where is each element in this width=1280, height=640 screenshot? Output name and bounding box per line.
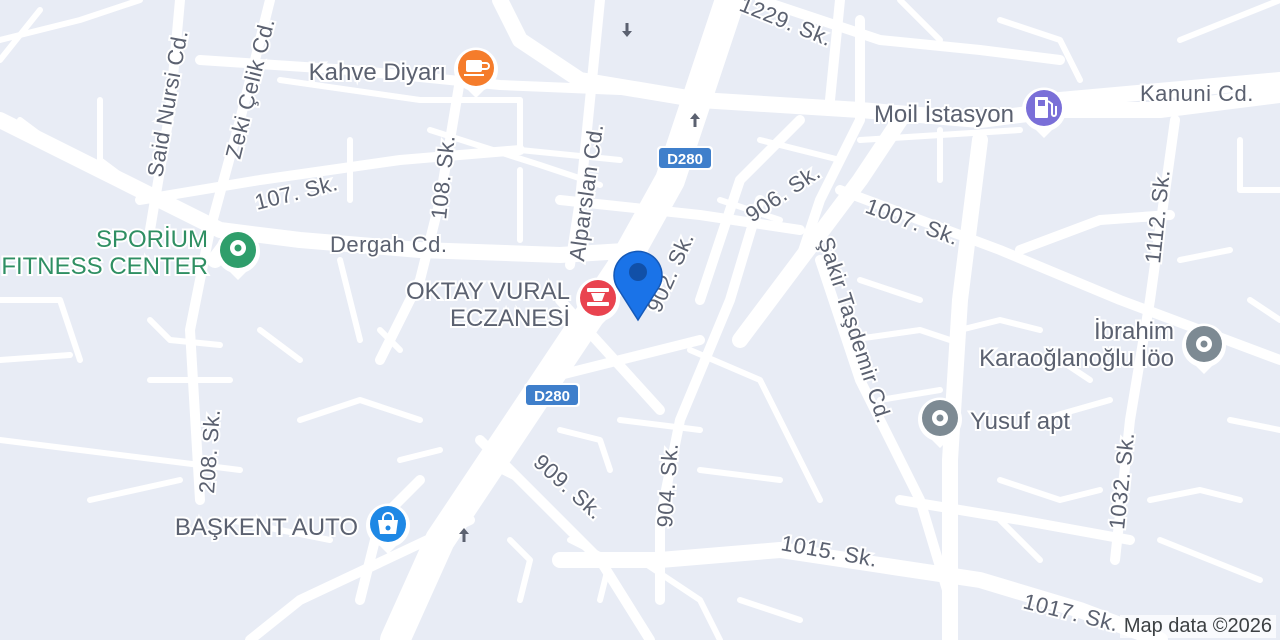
street-label-1015: 1015. Sk.: [779, 530, 879, 572]
map-canvas[interactable]: Said Nursi Cd. Zeki Çelik Cd. 1229. Sk. …: [0, 0, 1280, 640]
street-label-alparslan: Alparslan Cd.: [564, 122, 608, 263]
street-label-said-nursi: Said Nursi Cd.: [142, 28, 192, 179]
street-label-1032: 1032. Sk.: [1104, 431, 1139, 531]
poi-label-yusuf-apt: Yusuf apt: [970, 408, 1070, 435]
map-attribution[interactable]: Map data ©2026: [1119, 615, 1276, 638]
street-label-zeki-celik: Zeki Çelik Cd.: [221, 16, 280, 162]
poi-label-baskent-auto: BAŞKENT AUTO: [175, 514, 358, 541]
street-label-1017: 1017. Sk.: [1021, 589, 1122, 637]
street-label-208: 208. Sk.: [194, 408, 225, 494]
fitness-pin-icon: [230, 240, 246, 256]
street-label-dergah: Dergah Cd.: [330, 232, 448, 257]
road-network: [0, 0, 1280, 640]
generic-pin-icon: [932, 410, 948, 426]
street-label-1229: 1229. Sk.: [736, 0, 836, 51]
road-shield-d280-north: D280: [657, 146, 713, 170]
map-view[interactable]: Said Nursi Cd. Zeki Çelik Cd. 1229. Sk. …: [0, 0, 1280, 640]
street-label-1007: 1007. Sk.: [862, 193, 962, 250]
street-label-1112: 1112. Sk.: [1140, 168, 1175, 264]
poi-label-oktay-line1: OKTAY VURAL: [406, 278, 570, 305]
poi-label-ibrahim-line2: Karaoğlanoğlu İöo: [979, 345, 1174, 372]
poi-label-ibrahim-line1: İbrahim: [1094, 318, 1174, 345]
street-label-108: 108. Sk.: [426, 134, 460, 221]
arrow-down-icon: [622, 23, 632, 37]
poi-label-moil-istasyon: Moil İstasyon: [874, 101, 1014, 128]
poi-yusuf-apt[interactable]: Yusuf apt: [918, 397, 1072, 448]
generic-pin-icon: [1196, 336, 1212, 352]
poi-label-sporium-line2: FITNESS CENTER: [1, 253, 208, 280]
street-label-909: 909. Sk.: [529, 449, 609, 524]
poi-label-sporium-line1: SPORİUM: [96, 226, 208, 253]
poi-label-oktay-line2: ECZANESİ: [450, 305, 570, 332]
street-label-kanuni: Kanuni Cd.: [1140, 81, 1254, 106]
street-label-sakir: Şakir Taşdemir Cd.: [813, 234, 897, 427]
svg-text:D280: D280: [667, 151, 703, 168]
street-label-904: 904. Sk.: [652, 442, 683, 528]
svg-text:D280: D280: [534, 388, 570, 405]
road-shield-d280-south: D280: [524, 383, 580, 407]
poi-label-kahve-diyari: Kahve Diyarı: [309, 59, 446, 86]
